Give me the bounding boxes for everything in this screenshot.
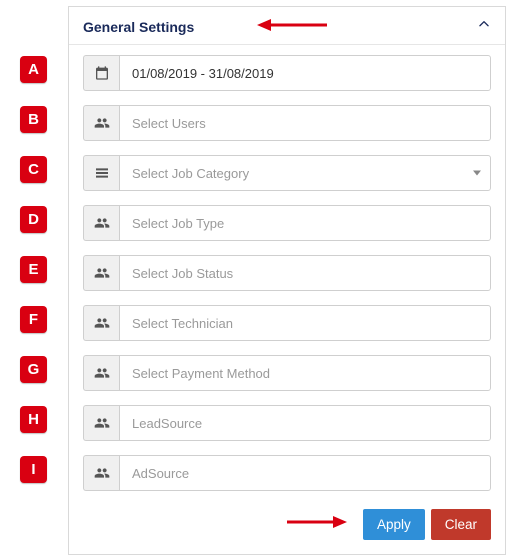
users-icon <box>83 405 119 441</box>
ad-source-row <box>83 455 491 491</box>
users-icon <box>83 255 119 291</box>
annotation-label: G <box>20 356 47 383</box>
ad-source-input[interactable] <box>119 455 491 491</box>
annotation-label: A <box>20 56 47 83</box>
lead-source-row <box>83 405 491 441</box>
job-status-row <box>83 255 491 291</box>
annotation-label: E <box>20 256 47 283</box>
calendar-icon <box>83 55 119 91</box>
panel-body: Apply Clear <box>69 45 505 554</box>
general-settings-panel: General Settings <box>68 6 506 555</box>
apply-button[interactable]: Apply <box>363 509 425 540</box>
annotation-label: F <box>20 306 47 333</box>
users-row <box>83 105 491 141</box>
annotation-label: H <box>20 406 47 433</box>
job-type-input[interactable] <box>119 205 491 241</box>
job-category-select[interactable] <box>119 155 491 191</box>
caret-down-icon <box>473 171 481 176</box>
users-icon <box>83 105 119 141</box>
annotation-arrow-icon <box>287 513 347 536</box>
date-range-row <box>83 55 491 91</box>
job-status-input[interactable] <box>119 255 491 291</box>
annotation-label: C <box>20 156 47 183</box>
technician-input[interactable] <box>119 305 491 341</box>
payment-method-row <box>83 355 491 391</box>
lead-source-input[interactable] <box>119 405 491 441</box>
annotation-label: B <box>20 106 47 133</box>
job-type-row <box>83 205 491 241</box>
panel-header[interactable]: General Settings <box>69 7 505 45</box>
users-icon <box>83 455 119 491</box>
list-icon <box>83 155 119 191</box>
clear-button[interactable]: Clear <box>431 509 491 540</box>
annotation-label: D <box>20 206 47 233</box>
chevron-up-icon <box>477 17 491 36</box>
technician-row <box>83 305 491 341</box>
users-icon <box>83 205 119 241</box>
users-input[interactable] <box>119 105 491 141</box>
annotation-label-column: A B C D E F G H I <box>20 56 47 483</box>
job-category-row <box>83 155 491 191</box>
payment-method-input[interactable] <box>119 355 491 391</box>
actions-row: Apply Clear <box>83 505 491 540</box>
date-range-input[interactable] <box>119 55 491 91</box>
panel-title: General Settings <box>83 19 194 35</box>
users-icon <box>83 355 119 391</box>
job-category-field[interactable] <box>119 155 491 191</box>
annotation-label: I <box>20 456 47 483</box>
annotation-arrow-icon <box>257 16 327 39</box>
users-icon <box>83 305 119 341</box>
